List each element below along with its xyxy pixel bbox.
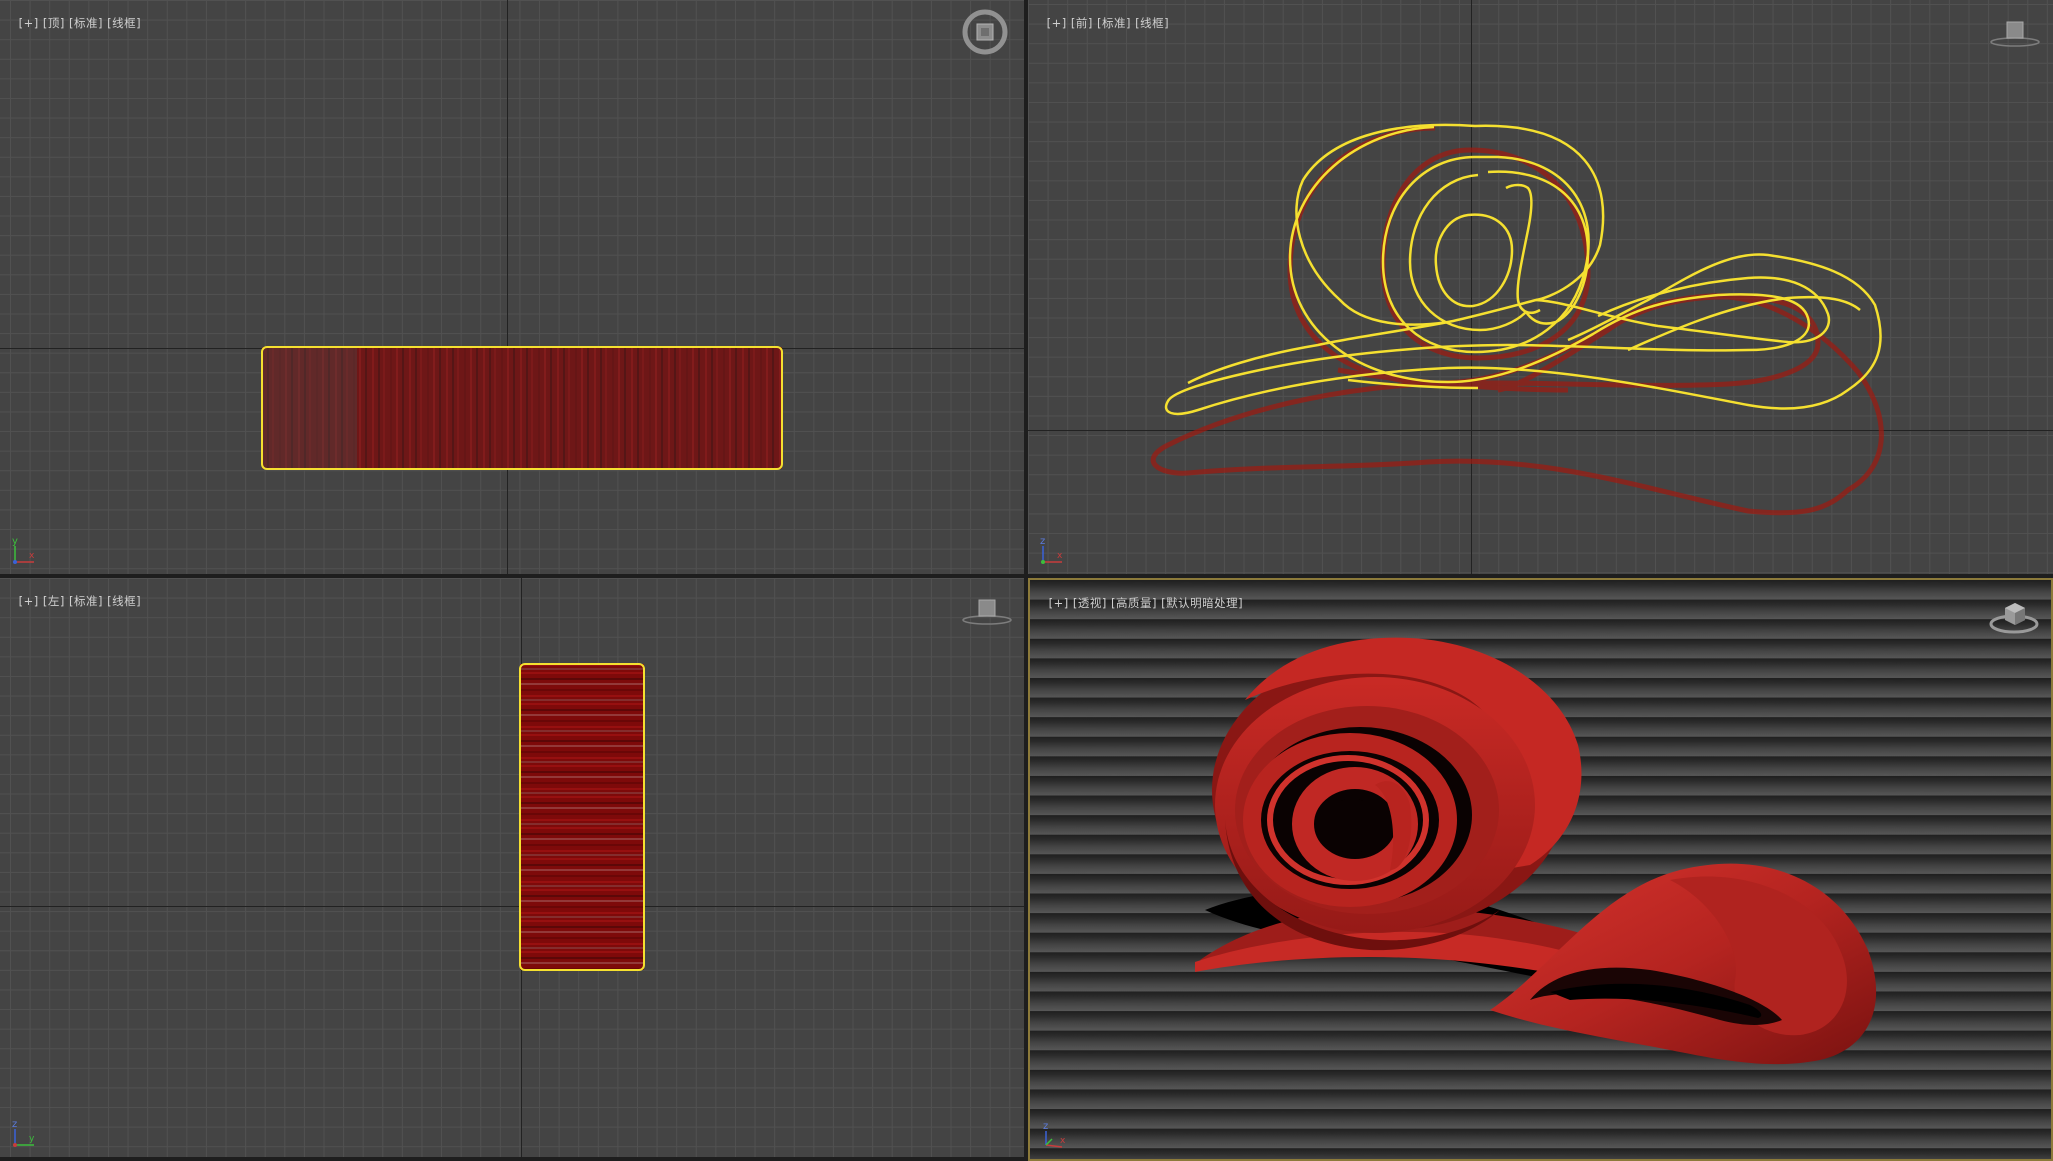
viewcube-left-icon[interactable] — [960, 592, 1016, 628]
viewport-display-mode-menu[interactable]: [标准] — [69, 594, 103, 608]
viewport-shading-menu[interactable]: [线框] — [1135, 16, 1169, 30]
viewport-menu-plus[interactable]: [+] — [1049, 596, 1069, 610]
viewport-menu-plus[interactable]: [+] — [19, 16, 39, 30]
svg-text:z: z — [1043, 1121, 1048, 1132]
viewport-display-mode-menu[interactable]: [标准] — [1097, 16, 1131, 30]
viewport-display-mode-menu[interactable]: [高质量] — [1111, 596, 1157, 610]
viewport-shading-menu[interactable]: [线框] — [107, 16, 141, 30]
viewport-left[interactable]: [+] [左] [标准] [线框] z y — [0, 578, 1024, 1157]
object-wireframe-left[interactable] — [0, 578, 1024, 1157]
viewport-point-of-view-menu[interactable]: [左] — [43, 594, 65, 608]
viewport-left-label: [+] [左] [标准] [线框] — [2, 579, 141, 623]
svg-text:x: x — [1057, 551, 1063, 561]
axis-tripod-icon: z x — [1040, 536, 1063, 564]
viewcube-front-icon[interactable] — [1988, 14, 2044, 50]
axis-tripod-icon: y x — [12, 536, 35, 564]
object-wireframe-top[interactable] — [0, 0, 1024, 574]
viewcube-top-icon[interactable] — [960, 8, 1010, 58]
svg-text:z: z — [12, 1119, 17, 1130]
viewport-point-of-view-menu[interactable]: [顶] — [43, 16, 65, 30]
viewcube-perspective-icon[interactable] — [1985, 594, 2043, 638]
object-spline-front[interactable] — [1028, 0, 2053, 574]
viewport-top-label: [+] [顶] [标准] [线框] — [2, 1, 141, 45]
viewport-perspective-label: [+] [透视] [高质量] [默认明暗处理] — [1032, 581, 1243, 625]
svg-text:z: z — [1040, 536, 1045, 547]
viewport-display-mode-menu[interactable]: [标准] — [69, 16, 103, 30]
object-shaded-perspective[interactable] — [1030, 580, 2053, 1161]
viewport-shading-menu[interactable]: [线框] — [107, 594, 141, 608]
viewport-shading-menu[interactable]: [默认明暗处理] — [1161, 596, 1243, 610]
viewport-perspective[interactable]: [+] [透视] [高质量] [默认明暗处理] z x — [1028, 578, 2053, 1161]
axis-tripod-icon: z y — [12, 1119, 35, 1147]
viewport-top[interactable]: [+] [顶] [标准] [线框] y x — [0, 0, 1024, 574]
svg-text:x: x — [29, 551, 35, 561]
viewport-front-label: [+] [前] [标准] [线框] — [1030, 1, 1169, 45]
viewport-front[interactable]: [+] [前] [标准] [线框] z x — [1028, 0, 2053, 574]
svg-text:x: x — [1060, 1136, 1066, 1146]
viewport-menu-plus[interactable]: [+] — [19, 594, 39, 608]
viewport-point-of-view-menu[interactable]: [前] — [1071, 16, 1093, 30]
svg-text:y: y — [12, 536, 18, 547]
viewport-menu-plus[interactable]: [+] — [1047, 16, 1067, 30]
viewport-point-of-view-menu[interactable]: [透视] — [1073, 596, 1107, 610]
svg-text:y: y — [29, 1134, 35, 1144]
axis-tripod-icon: z x — [1043, 1121, 1066, 1148]
